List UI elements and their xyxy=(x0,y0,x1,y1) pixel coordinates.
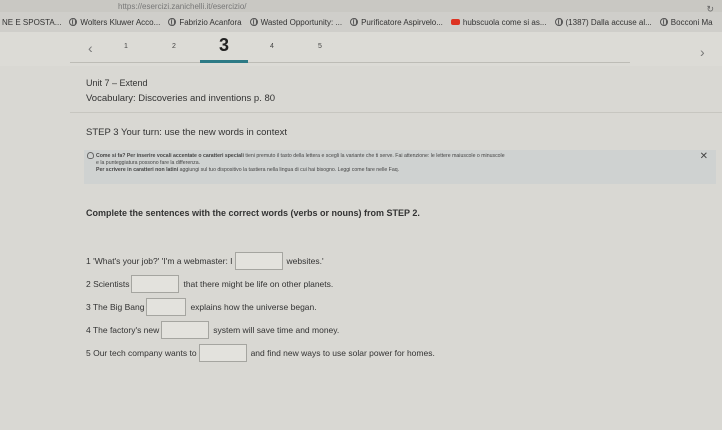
hint-box: Come si fa? Per inserire vocali accentat… xyxy=(84,150,716,184)
bookmark-1[interactable]: Wolters Kluwer Acco... xyxy=(69,18,160,27)
prev-page-button[interactable]: ‹ xyxy=(88,40,93,56)
bookmark-4[interactable]: Purificatore Aspirvelo... xyxy=(350,18,443,27)
sentence-5: 5 Our tech company wants to and find new… xyxy=(86,344,435,362)
next-page-button[interactable]: › xyxy=(700,44,705,60)
hint-text: aggiungi sul tuo dispositivo la tastiera… xyxy=(178,167,400,173)
bookmark-5[interactable]: hubscuola come si as... xyxy=(450,17,547,27)
lightbulb-icon xyxy=(87,152,94,159)
page-1-button[interactable]: 1 xyxy=(124,43,128,50)
sentence-text: explains how the universe began. xyxy=(190,302,317,312)
sentence-4: 4 The factory's new system will save tim… xyxy=(86,321,339,339)
bookmark-7[interactable]: Bocconi Ma xyxy=(659,17,713,27)
instructions: Complete the sentences with the correct … xyxy=(86,208,420,218)
globe-icon xyxy=(659,18,668,26)
sentence-3: 3 The Big Bang explains how the universe… xyxy=(86,298,317,316)
bookmark-2[interactable]: Fabrizio Acanfora xyxy=(168,17,242,27)
sentence-text: and find new ways to use solar power for… xyxy=(250,348,435,358)
bookmark-label: NE E SPOSTA... xyxy=(2,17,62,27)
active-page-indicator xyxy=(200,60,248,63)
page-5-button[interactable]: 5 xyxy=(318,43,322,50)
sentence-text: 5 Our tech company wants to xyxy=(86,348,197,358)
answer-input[interactable] xyxy=(234,252,283,270)
bookmark-label: Bocconi Ma xyxy=(670,17,713,27)
divider xyxy=(70,112,722,113)
sentence-text: that there might be life on other planet… xyxy=(183,279,334,289)
sentence-text: 1 'What's your job?' 'I'm a webmaster: I xyxy=(86,256,233,266)
hint-bold: Come si fa? Per inserire vocali accentat… xyxy=(96,153,244,159)
sentence-text: system will save time and money. xyxy=(213,325,340,335)
bookmark-label: hubscuola come si as... xyxy=(462,17,547,27)
sentence-text: 3 The Big Bang xyxy=(86,302,145,312)
globe-icon xyxy=(554,18,563,26)
unit-title: Unit 7 – Extend xyxy=(86,78,148,88)
step-title: STEP 3 Your turn: use the new words in c… xyxy=(86,127,288,138)
bookmark-3[interactable]: Wasted Opportunity: ... xyxy=(249,17,343,27)
bookmark-0[interactable]: NE E SPOSTA... xyxy=(2,18,61,27)
sentence-text: 4 The factory's new xyxy=(86,325,160,335)
answer-input[interactable] xyxy=(146,298,187,316)
sentence-1: 1 'What's your job?' 'I'm a webmaster: I… xyxy=(86,252,324,270)
hint-text: tieni premuto il tasto della lettera e s… xyxy=(243,153,505,159)
sentence-text: 2 Scientists xyxy=(86,279,130,289)
answer-input[interactable] xyxy=(131,275,180,293)
globe-icon xyxy=(168,18,177,26)
page-navigator: ‹ 1 2 3 4 5 › xyxy=(0,32,722,66)
bookmark-label: Wolters Kluwer Acco... xyxy=(80,17,161,27)
address-bar[interactable]: https://esercizi.zanichelli.it/esercizio… xyxy=(0,0,722,12)
page-4-button[interactable]: 4 xyxy=(270,43,274,50)
vocabulary-title: Vocabulary: Discoveries and inventions p… xyxy=(86,93,276,104)
globe-icon xyxy=(350,18,359,26)
bookmark-label: Wasted Opportunity: ... xyxy=(260,17,343,27)
bookmarks-bar: NE E SPOSTA... Wolters Kluwer Acco... Fa… xyxy=(0,12,722,32)
page-3-button[interactable]: 3 xyxy=(219,35,229,56)
close-hint-button[interactable]: ✕ xyxy=(700,152,708,162)
pager-divider xyxy=(70,62,630,63)
exercise-content: Unit 7 – Extend Vocabulary: Discoveries … xyxy=(70,66,722,430)
page-2-button[interactable]: 2 xyxy=(172,43,176,50)
globe-icon xyxy=(249,18,258,26)
hint-bold: Per scrivere in caratteri non latini xyxy=(96,167,179,173)
bookmark-label: Purificatore Aspirvelo... xyxy=(361,17,443,27)
answer-input[interactable] xyxy=(161,321,210,339)
sentence-2: 2 Scientists that there might be life on… xyxy=(86,275,333,293)
hint-text: e la punteggiatura possono fare la diffe… xyxy=(96,160,201,166)
bookmark-label: Fabrizio Acanfora xyxy=(179,17,242,27)
youtube-icon xyxy=(450,19,460,25)
sentence-text: websites.' xyxy=(286,256,324,266)
globe-icon xyxy=(69,18,78,26)
answer-input[interactable] xyxy=(198,344,247,362)
bookmark-6[interactable]: (1387) Dalla accuse al... xyxy=(554,17,652,27)
bookmark-label: (1387) Dalla accuse al... xyxy=(565,17,652,27)
